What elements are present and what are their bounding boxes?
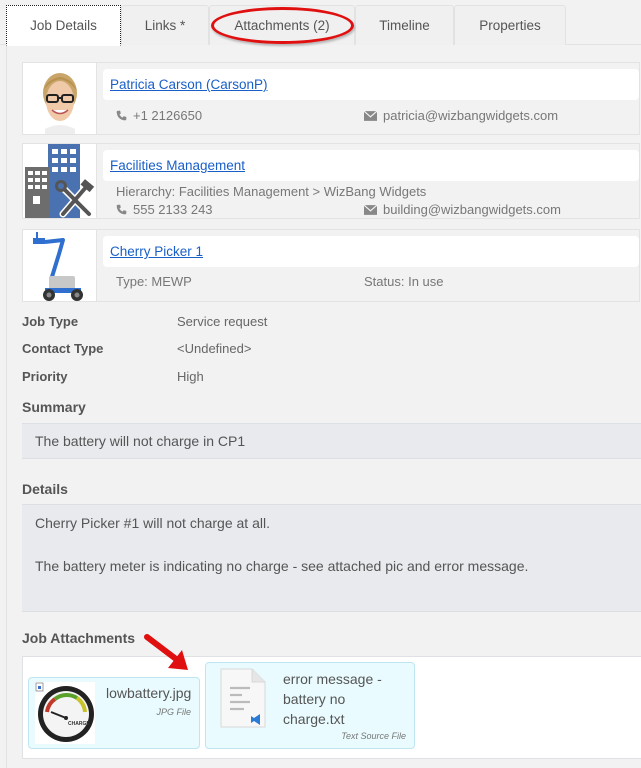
battery-gauge-thumbnail: CHARGE bbox=[35, 682, 95, 744]
contact-type-label: Contact Type bbox=[22, 341, 104, 356]
tab-job-details[interactable]: Job Details bbox=[6, 5, 121, 46]
contact-avatar bbox=[23, 63, 97, 134]
asset-avatar bbox=[23, 230, 97, 301]
asset-type-text: Type: MEWP bbox=[116, 274, 192, 289]
department-name-box: Facilities Management bbox=[103, 150, 639, 181]
details-box: Cherry Picker #1 will not charge at all.… bbox=[22, 504, 641, 612]
department-email: building@wizbangwidgets.com bbox=[364, 202, 561, 217]
envelope-icon bbox=[364, 110, 377, 121]
department-name-link[interactable]: Facilities Management bbox=[110, 158, 245, 173]
phone-icon bbox=[116, 110, 127, 121]
asset-name-link[interactable]: Cherry Picker 1 bbox=[110, 244, 203, 259]
attachments-heading: Job Attachments bbox=[22, 630, 136, 646]
details-line-2: The battery meter is indicating no charg… bbox=[35, 558, 529, 574]
contact-card: Patricia Carson (CarsonP) +1 2126650 pat… bbox=[22, 62, 640, 135]
details-line-1: Cherry Picker #1 will not charge at all. bbox=[35, 515, 270, 531]
attachment-name: lowbattery.jpg bbox=[106, 685, 192, 701]
person-photo-icon bbox=[23, 63, 96, 134]
attachment-type: JPG File bbox=[156, 707, 191, 717]
svg-text:CHARGE: CHARGE bbox=[68, 721, 90, 727]
tab-label: Job Details bbox=[30, 18, 97, 33]
department-phone: 555 2133 243 bbox=[116, 202, 213, 217]
tab-links[interactable]: Links * bbox=[121, 5, 209, 45]
contact-type-value: <Undefined> bbox=[177, 341, 252, 356]
attachment-name-line: charge.txt bbox=[283, 711, 345, 727]
building-tools-icon bbox=[23, 144, 96, 218]
attachment-name: error message - battery no charge.txt bbox=[283, 669, 382, 729]
contact-email: patricia@wizbangwidgets.com bbox=[364, 108, 558, 123]
attachment-error-message[interactable]: error message - battery no charge.txt Te… bbox=[205, 662, 415, 749]
priority-value: High bbox=[177, 369, 204, 384]
tab-timeline[interactable]: Timeline bbox=[355, 5, 454, 45]
job-type-label: Job Type bbox=[22, 314, 79, 329]
priority-label: Priority bbox=[22, 369, 68, 384]
contact-name-link[interactable]: Patricia Carson (CarsonP) bbox=[110, 77, 268, 92]
contact-phone: +1 2126650 bbox=[116, 108, 202, 123]
attachment-lowbattery[interactable]: CHARGE lowbattery.jpg JPG File bbox=[28, 677, 200, 749]
tab-attachments[interactable]: Attachments (2) bbox=[209, 5, 355, 45]
summary-box: The battery will not charge in CP1 bbox=[22, 423, 641, 459]
cherry-picker-icon bbox=[23, 230, 96, 301]
contact-email-text: patricia@wizbangwidgets.com bbox=[383, 108, 559, 123]
department-hierarchy: Hierarchy: Facilities Management > WizBa… bbox=[116, 184, 426, 199]
details-heading: Details bbox=[22, 481, 68, 497]
phone-icon bbox=[116, 204, 127, 215]
contact-name-box: Patricia Carson (CarsonP) bbox=[103, 69, 639, 100]
asset-type: Type: MEWP bbox=[116, 274, 192, 289]
summary-heading: Summary bbox=[22, 399, 86, 415]
asset-card: Cherry Picker 1 Type: MEWP Status: In us… bbox=[22, 229, 640, 302]
department-phone-text: 555 2133 243 bbox=[133, 202, 213, 217]
asset-name-box: Cherry Picker 1 bbox=[103, 236, 639, 267]
department-avatar bbox=[23, 144, 97, 218]
tab-properties[interactable]: Properties bbox=[454, 5, 566, 45]
tab-label: Links * bbox=[144, 18, 186, 33]
department-email-text: building@wizbangwidgets.com bbox=[383, 202, 561, 217]
attachment-type: Text Source File bbox=[341, 731, 406, 741]
attachment-name-line: error message - bbox=[283, 671, 382, 687]
job-type-value: Service request bbox=[177, 314, 268, 329]
tab-label: Attachments (2) bbox=[234, 18, 330, 33]
asset-status-text: Status: In use bbox=[364, 274, 444, 289]
hierarchy-text: Hierarchy: Facilities Management > WizBa… bbox=[116, 184, 427, 199]
envelope-icon bbox=[364, 204, 377, 215]
tab-label: Timeline bbox=[379, 18, 430, 33]
tab-label: Properties bbox=[479, 18, 541, 33]
summary-text: The battery will not charge in CP1 bbox=[35, 433, 246, 449]
department-card: Facilities Management Hierarchy: Facilit… bbox=[22, 143, 640, 219]
asset-status: Status: In use bbox=[364, 274, 444, 289]
text-file-icon bbox=[220, 668, 266, 728]
contact-phone-text: +1 2126650 bbox=[133, 108, 203, 123]
attachment-name-line: battery no bbox=[283, 691, 346, 707]
tab-bar: Job Details Links * Attachments (2) Time… bbox=[0, 0, 641, 46]
